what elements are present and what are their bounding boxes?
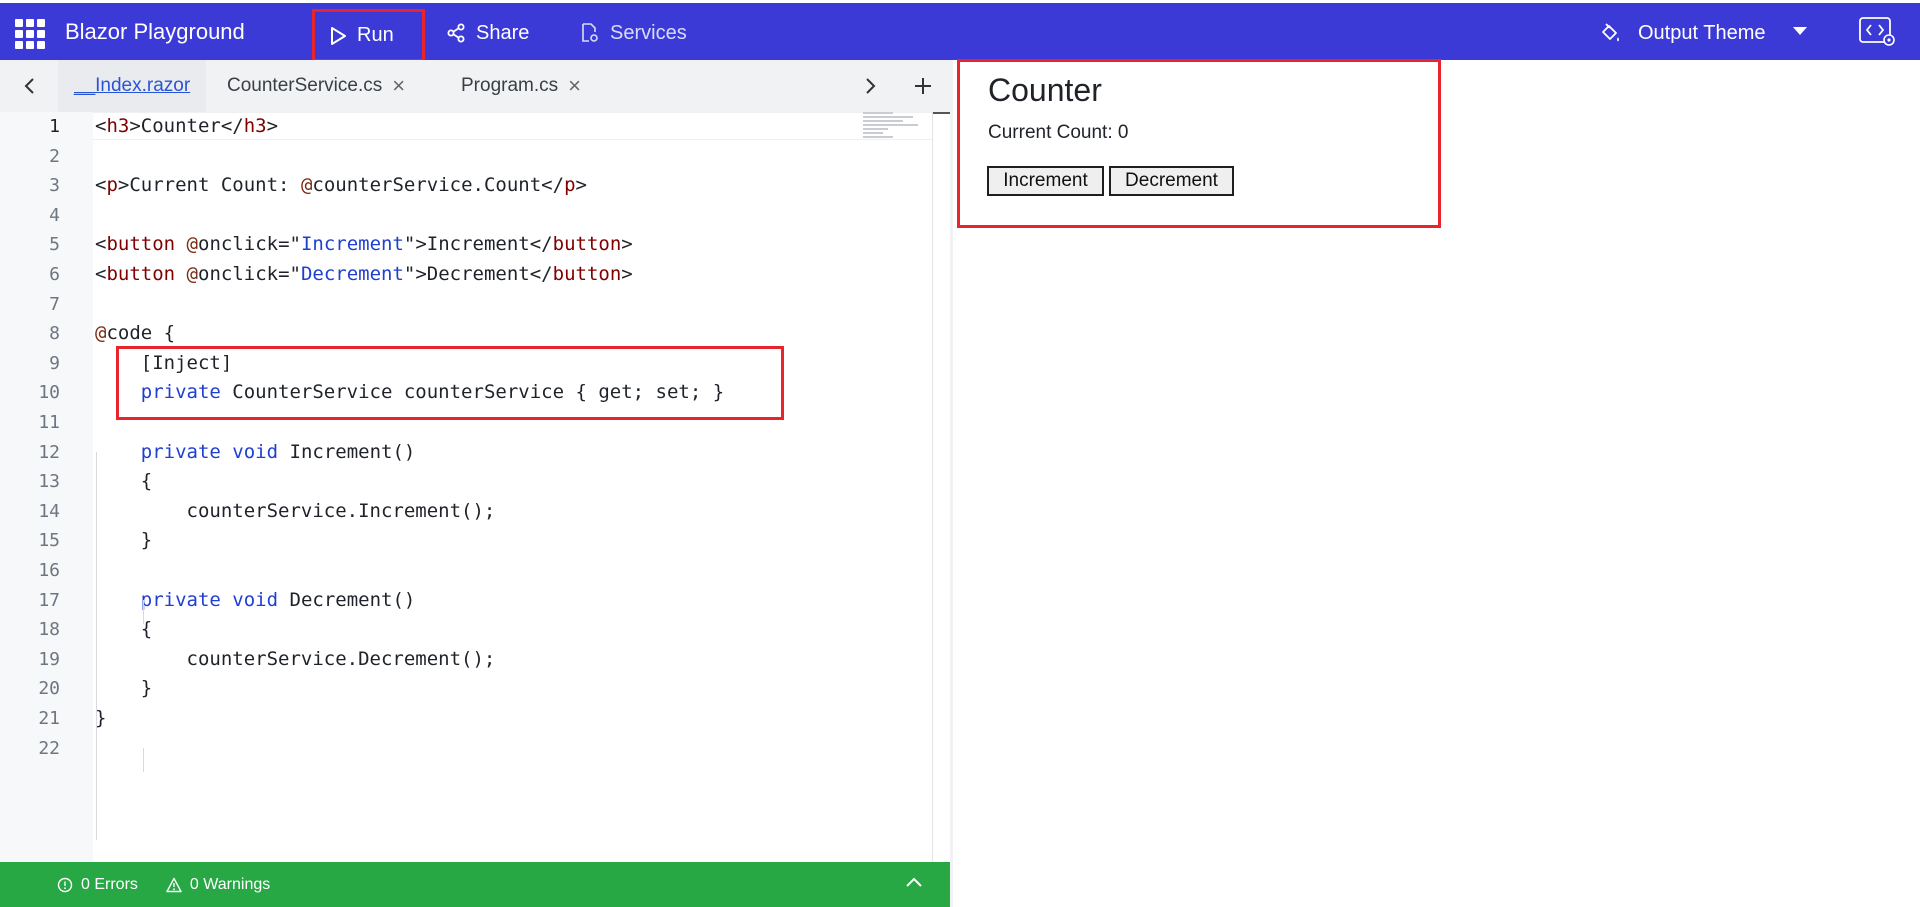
chevron-down-icon[interactable] xyxy=(1793,27,1807,35)
output-annotation-box xyxy=(957,59,1441,228)
code-line: { xyxy=(95,470,153,493)
line-number: 17 xyxy=(38,589,60,611)
services-icon xyxy=(582,23,598,42)
run-label: Run xyxy=(357,24,394,46)
app-grid-icon xyxy=(15,15,49,49)
code-settings-button[interactable] xyxy=(1858,15,1898,49)
tab-counterservice[interactable]: CounterService.cs × xyxy=(211,60,421,112)
line-number: 10 xyxy=(38,382,60,404)
tab-label: CounterService.cs xyxy=(227,75,383,96)
app-header: Blazor Playground Run Share Services Out… xyxy=(0,0,1920,62)
inject-annotation-box xyxy=(116,346,784,420)
warning-triangle-icon xyxy=(166,877,182,892)
indent-guide xyxy=(96,452,97,840)
indent-guide xyxy=(143,600,144,624)
line-number: 19 xyxy=(38,648,60,670)
share-icon xyxy=(447,23,465,43)
code-line: <button @onclick="Increment">Increment</… xyxy=(95,233,633,256)
code-line: counterService.Decrement(); xyxy=(95,647,496,670)
add-file-button[interactable] xyxy=(896,60,950,112)
code-line: <h3>Counter</h3> xyxy=(95,115,279,137)
line-number: 20 xyxy=(38,678,60,700)
code-settings-icon xyxy=(1859,17,1895,46)
line-number: 8 xyxy=(49,323,60,345)
warnings-count: 0 Warnings xyxy=(189,875,271,893)
tab-program[interactable]: Program.cs × xyxy=(445,60,597,112)
status-bar: 0 Errors 0 Warnings xyxy=(0,862,951,907)
line-number: 16 xyxy=(38,560,60,581)
paint-bucket-icon xyxy=(1602,23,1619,42)
line-number: 9 xyxy=(49,352,60,374)
services-button[interactable]: Services xyxy=(580,13,687,53)
errors-count: 0 Errors xyxy=(81,875,138,893)
vertical-scrollbar[interactable] xyxy=(932,112,951,862)
tab-label: __Index.razor xyxy=(74,75,191,96)
line-number: 1 xyxy=(49,116,60,137)
play-icon xyxy=(331,26,346,45)
line-number: 22 xyxy=(38,737,60,759)
code-line: <button @onclick="Decrement">Decrement</… xyxy=(95,263,633,285)
line-number: 13 xyxy=(38,471,60,493)
warnings-indicator[interactable]: 0 Warnings xyxy=(166,876,270,894)
code-line: @code { xyxy=(95,322,176,345)
line-number: 7 xyxy=(49,293,60,315)
line-number: 6 xyxy=(49,264,60,285)
line-number: 14 xyxy=(38,500,60,522)
code-line: private void Increment() xyxy=(140,440,416,463)
tab-index-razor[interactable]: __Index.razor xyxy=(58,60,206,112)
chevron-up-icon[interactable] xyxy=(905,875,923,889)
run-button[interactable]: Run xyxy=(312,9,425,62)
close-icon[interactable]: × xyxy=(392,75,405,97)
code-line: } xyxy=(95,677,153,700)
line-number: 3 xyxy=(49,175,60,197)
line-number: 18 xyxy=(38,619,60,641)
line-number: 5 xyxy=(49,234,60,256)
tab-label: Program.cs xyxy=(461,75,559,96)
brand[interactable]: Blazor Playground xyxy=(15,15,245,49)
code-line: <p>Current Count: @counterService.Count<… xyxy=(95,174,587,197)
app-title: Blazor Playground xyxy=(65,19,245,44)
line-number: 12 xyxy=(38,441,60,463)
line-number: 4 xyxy=(49,204,60,226)
line-number: 11 xyxy=(38,412,60,433)
output-theme-label: Output Theme xyxy=(1638,21,1766,44)
code-line: } xyxy=(95,529,153,552)
line-number: 21 xyxy=(38,708,60,729)
services-label: Services xyxy=(610,21,687,44)
minimap[interactable] xyxy=(863,112,933,152)
share-button[interactable]: Share xyxy=(446,13,529,53)
chevron-left-icon[interactable] xyxy=(2,60,58,112)
close-icon[interactable]: × xyxy=(568,75,581,97)
code-editor[interactable]: 1 <h3>Counter</h3> 2 3 <p>Current Count: @co… xyxy=(0,112,951,862)
code-line: counterService.Increment(); xyxy=(95,499,496,522)
indent-guide xyxy=(143,748,144,772)
line-number: 2 xyxy=(49,145,60,167)
chevron-right-icon[interactable] xyxy=(842,60,898,112)
plus-icon xyxy=(915,78,931,94)
errors-indicator[interactable]: 0 Errors xyxy=(57,876,138,894)
output-theme-button[interactable]: Output Theme xyxy=(1598,13,1765,53)
file-tab-bar: __Index.razor CounterService.cs × Progra… xyxy=(0,60,950,112)
line-number: 15 xyxy=(38,530,60,552)
share-label: Share xyxy=(476,21,530,44)
error-circle-icon xyxy=(57,877,73,892)
